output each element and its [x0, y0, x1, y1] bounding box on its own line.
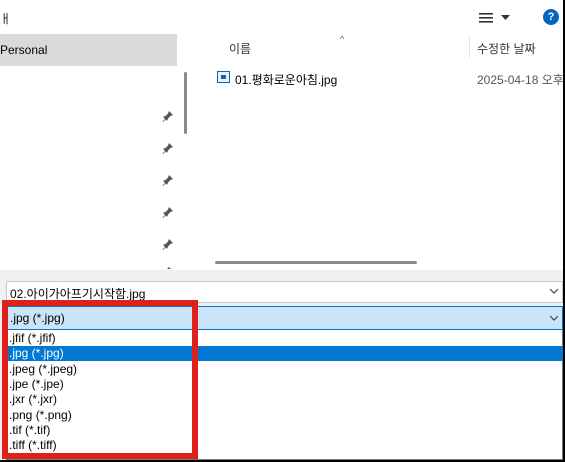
red-highlight-box: [2, 300, 198, 459]
nav-scrollbar[interactable]: [184, 72, 187, 134]
window-frame: ㅐ ? Personal 이름 ^ 수정한 날짜 01.평화로운아침.jpg 2…: [0, 0, 565, 462]
help-button[interactable]: ?: [543, 9, 559, 25]
list-view-icon: [479, 13, 493, 23]
file-date: 2025-04-18 오후: [477, 73, 563, 87]
chevron-down-icon: [501, 15, 510, 20]
column-date-header[interactable]: 수정한 날짜: [477, 40, 536, 57]
horizontal-scrollbar[interactable]: [215, 261, 417, 264]
toolbar-title-fragment: ㅐ: [0, 12, 12, 26]
toolbar: ㅐ ?: [0, 0, 563, 34]
pin-icon[interactable]: [162, 238, 174, 250]
file-list-pane: 이름 ^ 수정한 날짜 01.평화로운아침.jpg 2025-04-18 오후: [197, 34, 563, 270]
navigation-pane: Personal: [0, 34, 187, 270]
pin-icon[interactable]: [162, 174, 174, 186]
nav-item-personal[interactable]: Personal: [0, 34, 177, 66]
save-as-dialog: ㅐ ? Personal 이름 ^ 수정한 날짜 01.평화로운아침.jpg 2…: [0, 0, 563, 460]
pin-icon[interactable]: [162, 206, 174, 218]
view-options-button[interactable]: [479, 8, 519, 28]
file-name: 01.평화로운아침.jpg: [235, 73, 338, 87]
column-header: 이름 ^ 수정한 날짜: [197, 34, 563, 58]
pin-icon[interactable]: [162, 142, 174, 154]
column-name-header[interactable]: 이름: [229, 40, 251, 57]
pin-icon[interactable]: [162, 110, 174, 122]
file-row[interactable]: 01.평화로운아침.jpg 2025-04-18 오후: [215, 69, 563, 91]
sort-ascending-icon: ^: [340, 34, 345, 44]
chevron-down-icon[interactable]: [550, 314, 558, 322]
image-file-icon: [217, 71, 230, 83]
nav-item-label: Personal: [0, 43, 48, 57]
chevron-down-icon[interactable]: [550, 287, 558, 295]
column-divider[interactable]: [469, 36, 470, 58]
